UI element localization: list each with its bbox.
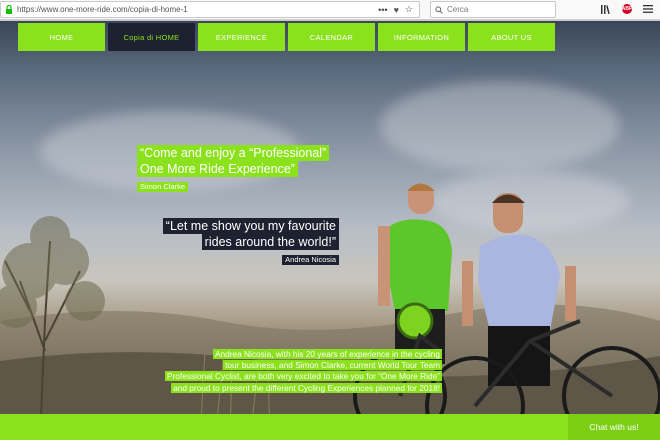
extension-icon[interactable]: ABP: [621, 3, 633, 15]
menu-icon[interactable]: [642, 3, 654, 15]
search-icon: [435, 5, 443, 14]
chat-button[interactable]: Chat with us!: [568, 414, 660, 440]
quote-simon: “Come and enjoy a “Professional” One Mor…: [137, 145, 330, 193]
nav-item-copia-di-home[interactable]: Copia di HOME: [108, 23, 195, 51]
nav-item-information[interactable]: INFORMATION: [378, 23, 465, 51]
page-actions-icon[interactable]: •••: [378, 5, 387, 15]
footer-bar: [0, 414, 660, 440]
main-nav: HOME Copia di HOME EXPERIENCE CALENDAR I…: [18, 23, 555, 51]
search-input[interactable]: Cerca: [430, 1, 556, 18]
bookmark-star-icon[interactable]: ☆: [405, 4, 413, 15]
pocket-icon[interactable]: ♥: [394, 5, 399, 15]
quote-line: “Come and enjoy a “Professional”: [137, 145, 330, 161]
quote-author: Andrea Nicosia: [282, 255, 339, 265]
search-placeholder: Cerca: [447, 5, 469, 14]
lock-icon: [4, 5, 13, 14]
description-line: Professional Cyclist, are both very exci…: [165, 371, 442, 382]
quote-line: One More Ride Experience”: [137, 161, 298, 177]
library-icon[interactable]: [600, 3, 612, 15]
intro-description: Andrea Nicosia, with his 20 years of exp…: [102, 349, 442, 394]
quote-author: Simon Clarke: [137, 182, 189, 192]
browser-toolbar: https://www.one-more-ride.com/copia-di-h…: [0, 0, 660, 20]
quote-line: “Let me show you my favourite: [162, 218, 339, 234]
hero-section: HOME Copia di HOME EXPERIENCE CALENDAR I…: [0, 21, 660, 440]
url-text: https://www.one-more-ride.com/copia-di-h…: [17, 5, 188, 14]
description-line: and proud to present the different Cycli…: [171, 382, 442, 393]
nav-item-about-us[interactable]: ABOUT US: [468, 23, 555, 51]
description-line: tour business, and Simon Clarke, current…: [223, 360, 442, 371]
url-bar[interactable]: https://www.one-more-ride.com/copia-di-h…: [0, 1, 420, 18]
nav-item-calendar[interactable]: CALENDAR: [288, 23, 375, 51]
description-line: Andrea Nicosia, with his 20 years of exp…: [212, 349, 442, 359]
nav-item-home[interactable]: HOME: [18, 23, 105, 51]
quote-andrea: “Let me show you my favourite rides arou…: [155, 218, 339, 266]
quote-line: rides around the world!”: [201, 234, 339, 250]
nav-item-experience[interactable]: EXPERIENCE: [198, 23, 285, 51]
